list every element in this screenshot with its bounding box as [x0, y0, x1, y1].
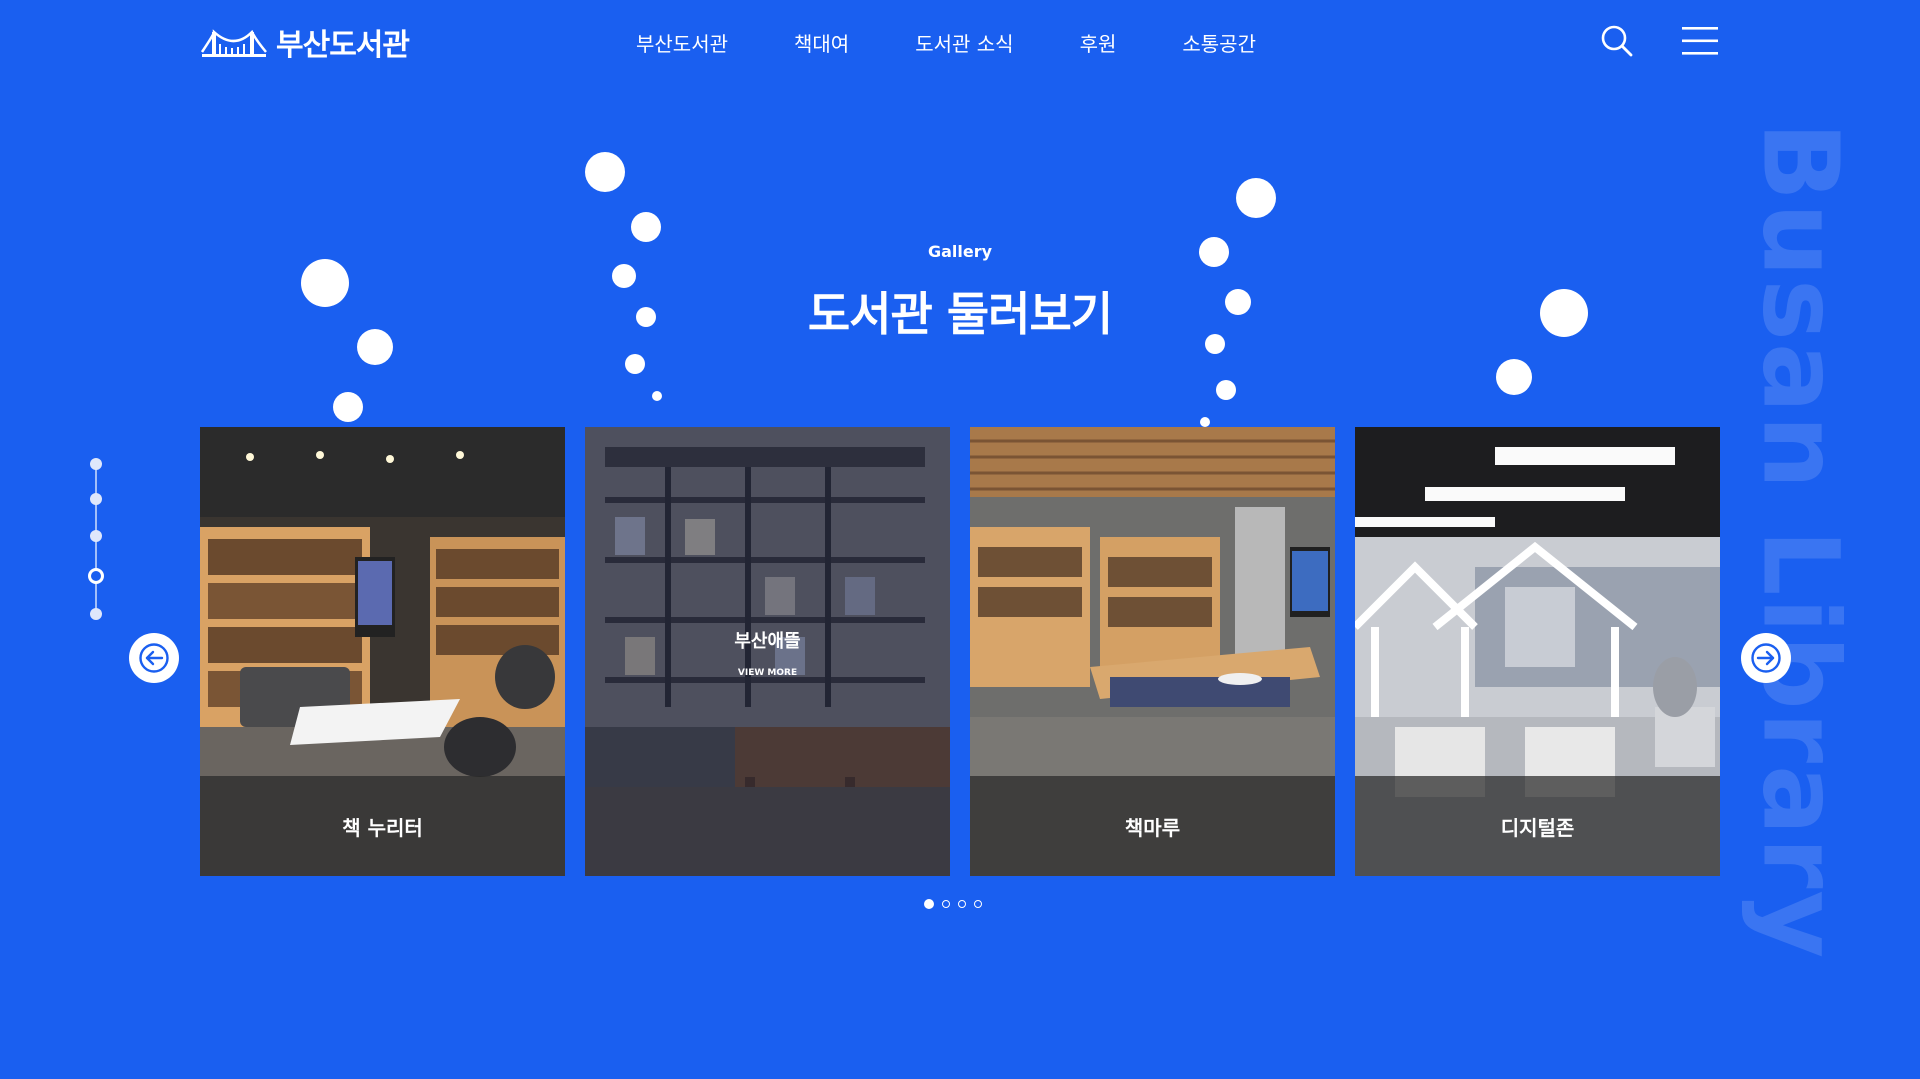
- side-dot-nav: [88, 458, 104, 626]
- bubble-decoration: [333, 392, 363, 422]
- card-hover-title: 부산애뜰: [734, 631, 801, 652]
- main-nav: 부산도서관 책대여 도서관 소식 후원 소통공간: [636, 28, 1322, 57]
- nav-item-book-lending[interactable]: 책대여: [794, 28, 849, 57]
- nav-item-busan-library[interactable]: 부산도서관: [636, 28, 728, 57]
- side-dot[interactable]: [90, 608, 102, 620]
- arrow-right-icon: [1751, 643, 1781, 673]
- bubble-decoration: [1216, 380, 1236, 400]
- gallery-title: 도서관 둘러보기: [807, 287, 1113, 341]
- bubble-decoration: [652, 391, 662, 401]
- gallery-card-book-nuriter[interactable]: 책 누리터: [200, 427, 565, 876]
- search-icon: [1601, 25, 1633, 57]
- nav-item-library-news[interactable]: 도서관 소식: [915, 28, 1013, 57]
- bubble-decoration: [625, 354, 645, 374]
- site-logo[interactable]: 부산도서관: [200, 22, 410, 63]
- next-slide-button[interactable]: [1741, 633, 1791, 683]
- pagination-dot[interactable]: [958, 900, 966, 908]
- card-caption: 디지털존: [1355, 776, 1720, 876]
- logo-text: 부산도서관: [276, 28, 410, 63]
- pagination-dot[interactable]: [942, 900, 950, 908]
- gallery-card-chaekmaru[interactable]: 책마루: [970, 427, 1335, 876]
- carousel-pagination: [924, 899, 982, 909]
- prev-slide-button[interactable]: [129, 633, 179, 683]
- bubble-decoration: [631, 212, 661, 242]
- bubble-decoration: [1236, 178, 1276, 218]
- gallery-card-busan-aetteul[interactable]: 부산애뜰 VIEW MORE: [585, 427, 950, 876]
- gallery-carousel: 책 누리터 부산애뜰 VIEW MORE 책마루 디지털존: [200, 427, 1720, 876]
- search-button[interactable]: [1600, 24, 1634, 58]
- card-caption: 책마루: [970, 776, 1335, 876]
- bridge-logo-icon: [200, 29, 267, 57]
- gallery-eyebrow: Gallery: [927, 242, 993, 261]
- card-caption: 책 누리터: [200, 776, 565, 876]
- side-dot[interactable]: [90, 458, 102, 470]
- pagination-dot-active[interactable]: [924, 899, 934, 909]
- nav-item-community[interactable]: 소통공간: [1182, 28, 1256, 57]
- side-dot[interactable]: [90, 493, 102, 505]
- pagination-dot[interactable]: [974, 900, 982, 908]
- menu-button[interactable]: [1682, 26, 1718, 56]
- bubble-decoration: [1496, 359, 1532, 395]
- site-header: 부산도서관 부산도서관 책대여 도서관 소식 후원 소통공간: [0, 0, 1920, 84]
- bubble-decoration: [585, 152, 625, 192]
- side-dot-active[interactable]: [88, 568, 104, 584]
- bubble-decoration: [1200, 417, 1210, 427]
- view-more-link[interactable]: VIEW MORE: [585, 668, 950, 678]
- side-dot[interactable]: [90, 530, 102, 542]
- nav-item-sponsorship[interactable]: 후원: [1080, 28, 1117, 57]
- arrow-left-icon: [139, 643, 169, 673]
- gallery-card-digital-zone[interactable]: 디지털존: [1355, 427, 1720, 876]
- hamburger-menu-icon: [1682, 27, 1718, 55]
